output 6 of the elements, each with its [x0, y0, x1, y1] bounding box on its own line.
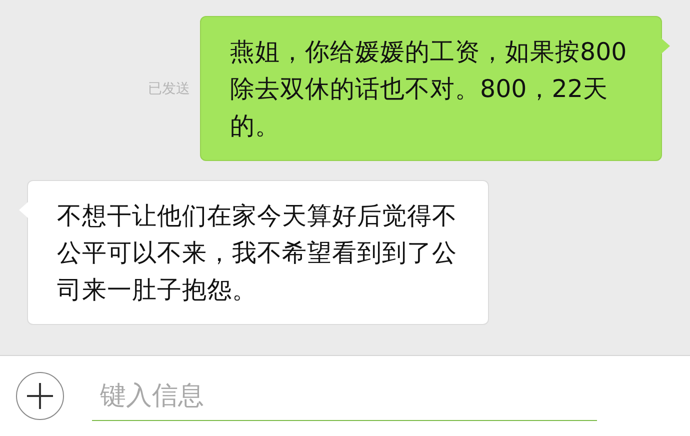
bubble-tail — [19, 202, 28, 218]
plus-icon — [25, 381, 55, 411]
add-button[interactable] — [16, 372, 64, 420]
bubble-tail — [661, 38, 670, 54]
message-bubble: 不想干让他们在家今天算好后觉得不公平可以不来，我不希望看到到了公司来一肚子抱怨。 — [27, 180, 489, 325]
message-bubble: 燕姐，你给媛媛的工资，如果按800除去双休的话也不对。800，22天的。 — [200, 16, 662, 161]
